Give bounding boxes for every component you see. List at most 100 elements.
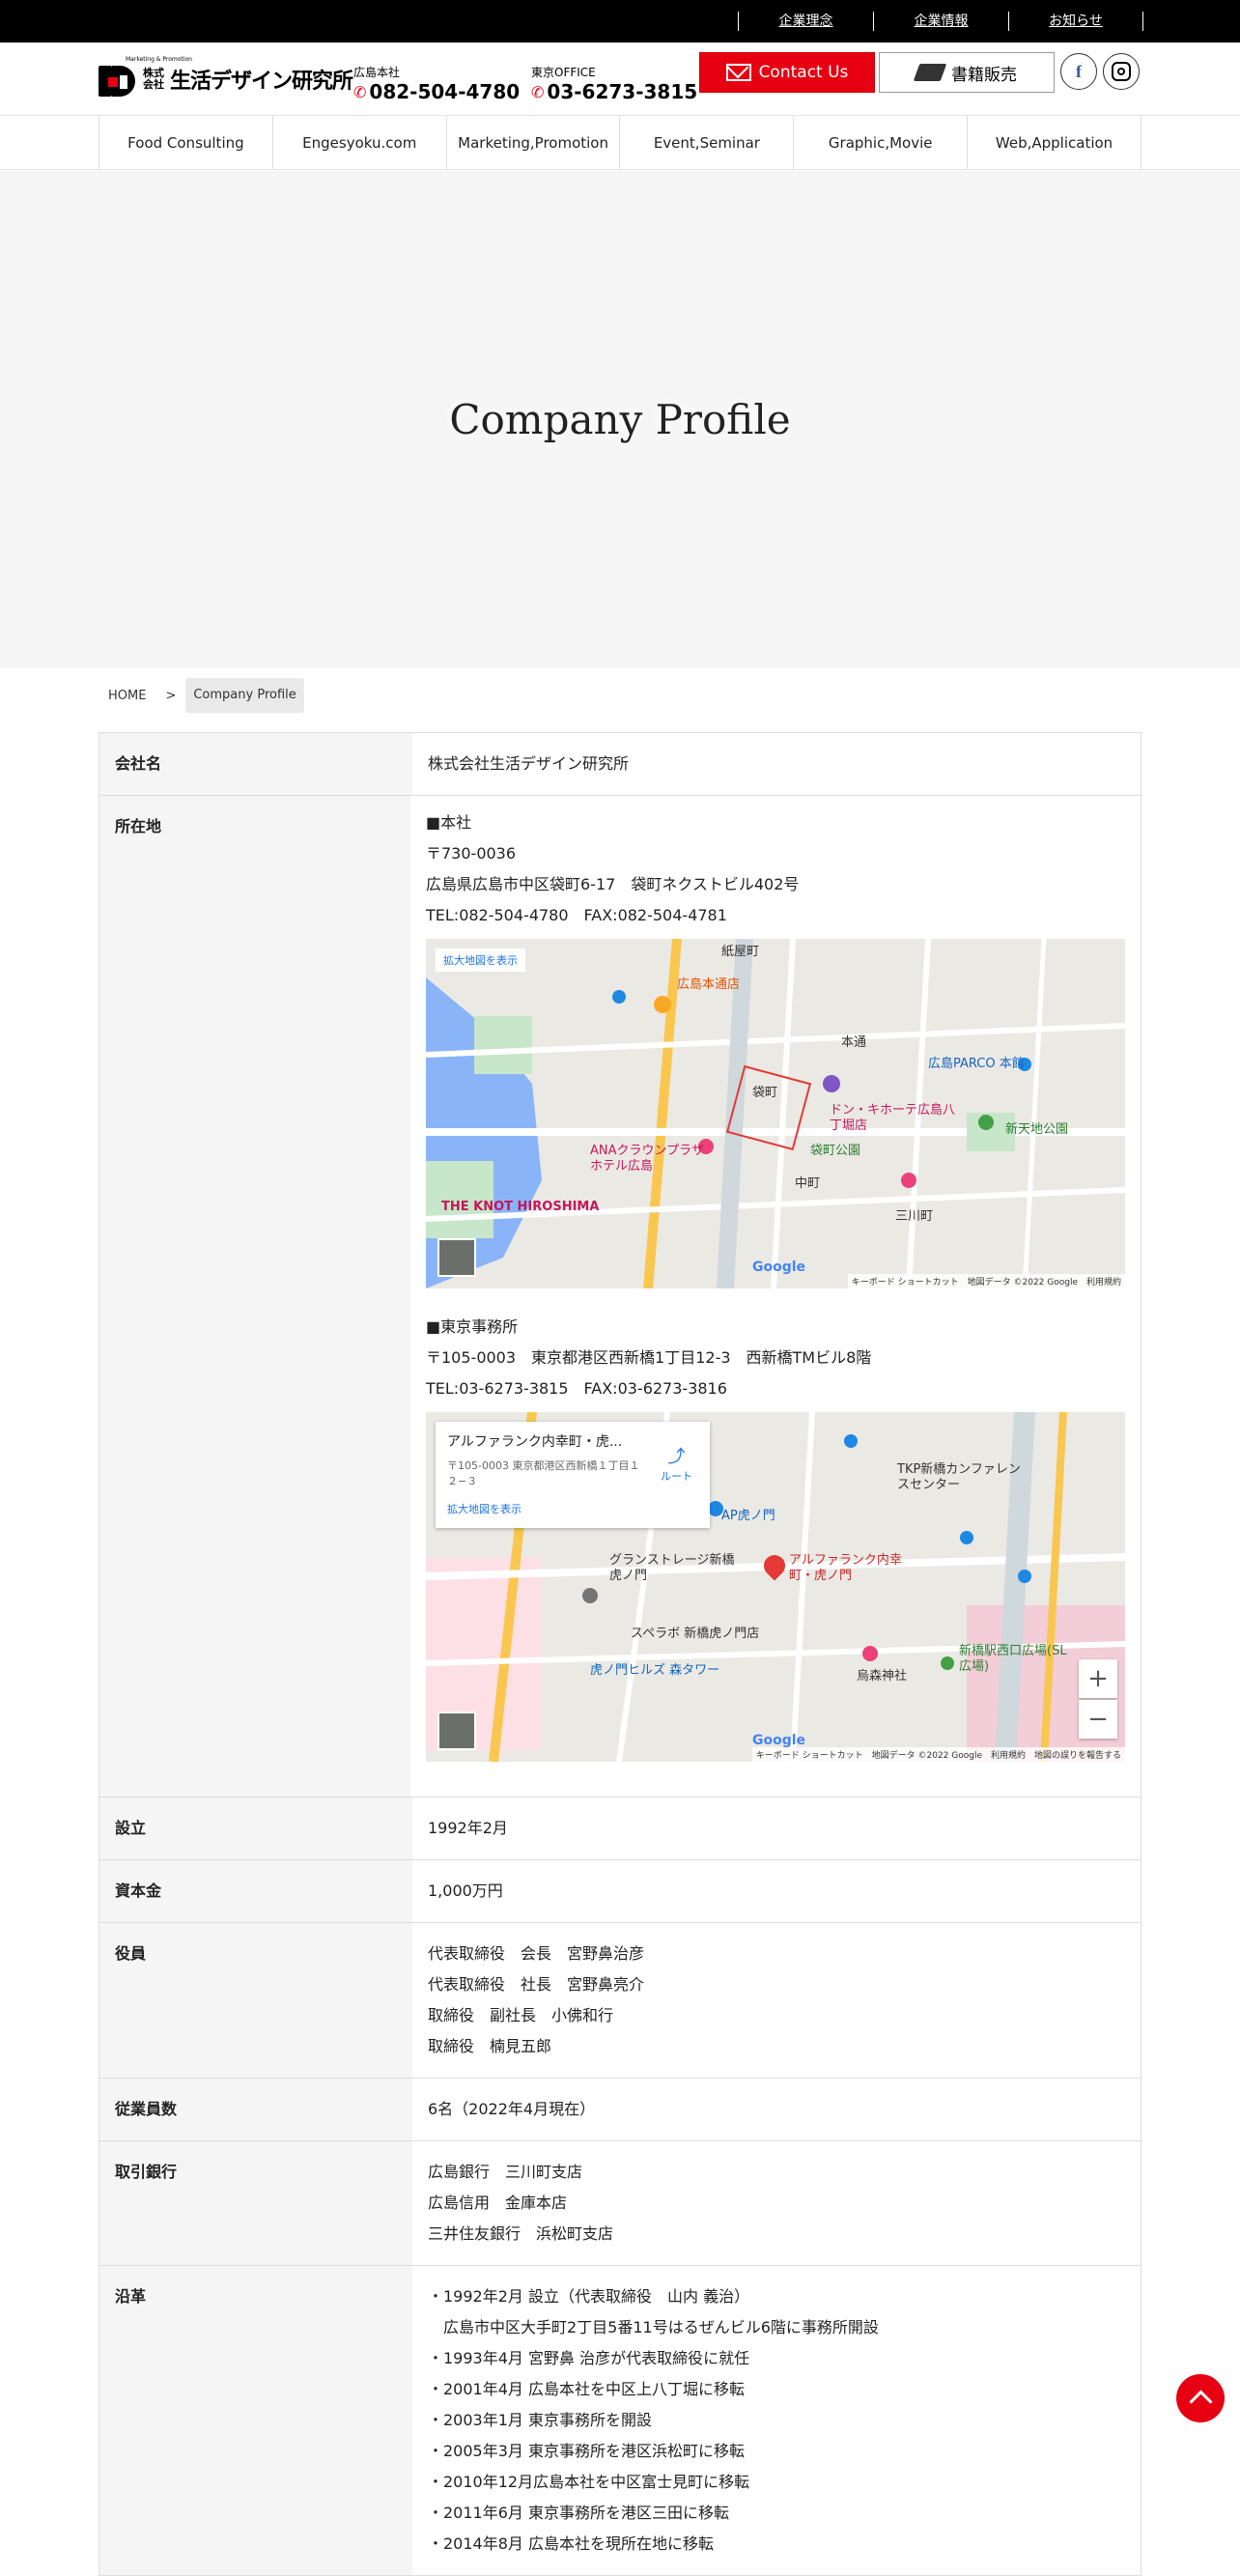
tel-hiroshima[interactable]: 広島本社 ✆ 082-504-4780: [353, 64, 520, 103]
officer: 取締役 楠見五郎: [428, 2037, 552, 2055]
row-label: 役員: [99, 1923, 412, 2078]
facebook-icon[interactable]: f: [1060, 53, 1097, 90]
route-button[interactable]: ⤴ ルート: [661, 1443, 692, 1484]
hero-banner: Company Profile: [0, 171, 1240, 667]
books-button[interactable]: 書籍販売: [879, 52, 1055, 93]
books-button-label: 書籍販売: [951, 65, 1017, 85]
map-label: 烏森神社: [857, 1669, 908, 1684]
phone-icon: ✆: [531, 82, 545, 101]
logo-mark-icon: Marketing & Promotion: [99, 56, 192, 102]
zoom-out-button[interactable]: −: [1079, 1700, 1117, 1739]
nav-web-application[interactable]: Web,Application: [968, 116, 1141, 170]
nav-marketing-promotion[interactable]: Marketing,Promotion: [447, 116, 621, 170]
hq-map-expand-link[interactable]: 拡大地図を表示: [436, 948, 525, 972]
breadcrumb: HOME > Company Profile: [99, 678, 304, 713]
tokyo-map-expand-link[interactable]: 拡大地図を表示: [447, 1501, 698, 1516]
back-to-top-button[interactable]: [1176, 2374, 1225, 2422]
page-title: Company Profile: [449, 395, 791, 443]
bank: 広島銀行 三川町支店: [428, 2163, 583, 2181]
officer: 代表取締役 会長 宮野鼻治彦: [428, 1944, 645, 1963]
tokyo-map-footer: キーボード ショートカット 地図データ ©2022 Google 利用規約 地図…: [751, 1747, 1125, 1762]
book-icon: [913, 64, 947, 81]
map-label: TKP新橋カンファレンスセンター: [897, 1462, 1021, 1492]
envelope-icon: [725, 64, 751, 81]
bank: 広島信用 金庫本店: [428, 2194, 568, 2212]
top-link-philosophy[interactable]: 企業理念: [738, 12, 873, 31]
officer: 取締役 副社長 小佛和行: [428, 2006, 614, 2024]
table-row: 所在地 ■本社 〒730-0036 広島県広島市中区袋町6-17 袋町ネクストビ…: [99, 796, 1141, 1798]
route-label: ルート: [661, 1470, 692, 1483]
logo-name: 生活デザイン研究所: [170, 70, 353, 94]
nav-event-seminar[interactable]: Event,Seminar: [620, 116, 795, 170]
global-nav: Food Consulting Engesyoku.com Marketing,…: [0, 116, 1240, 170]
map-satellite-toggle[interactable]: [437, 1712, 476, 1750]
map-label: 虎ノ門ヒルズ 森タワー: [590, 1663, 720, 1678]
instagram-icon[interactable]: [1103, 53, 1140, 90]
bank: 三井住友銀行 浜松町支店: [428, 2224, 614, 2243]
tokyo-map[interactable]: アルファランク内幸町・虎... 〒105-0003 東京都港区西新橋１丁目１２−…: [426, 1412, 1125, 1762]
tel-tokyo-label: 東京OFFICE: [531, 66, 596, 79]
map-label: AP虎ノ門: [721, 1509, 775, 1523]
map-label: 広島PARCO 本館: [928, 1057, 1025, 1071]
breadcrumb-home[interactable]: HOME: [99, 689, 155, 703]
top-bar: 企業理念 企業情報 お知らせ: [0, 0, 1240, 42]
zoom-in-button[interactable]: +: [1079, 1659, 1117, 1698]
table-row: 従業員数 6名（2022年4月現在）: [99, 2079, 1141, 2141]
map-satellite-toggle[interactable]: [437, 1238, 476, 1277]
map-label: 紙屋町: [721, 945, 760, 959]
table-row: 沿革 ・1992年2月 設立（代表取締役 山内 義治） 広島市中区大手町2丁目5…: [99, 2266, 1141, 2576]
table-row: 資本金 1,000万円: [99, 1860, 1141, 1923]
hq-tel: TEL:082-504-4780 FAX:082-504-4781: [426, 906, 727, 924]
hq-heading: ■本社: [426, 813, 472, 832]
hq-map[interactable]: 拡大地図を表示 紙屋町 広島本通店 本通 袋町 ドン・キホーテ広島八丁堀店 広島…: [426, 939, 1125, 1288]
table-row: 会社名 株式会社生活デザイン研究所: [99, 733, 1141, 796]
top-links: 企業理念 企業情報 お知らせ: [738, 0, 1143, 42]
history-item: ・2003年1月 東京事務所を開設: [428, 2411, 652, 2429]
top-link-company-info[interactable]: 企業情報: [873, 12, 1008, 31]
table-row: 役員 代表取締役 会長 宮野鼻治彦 代表取締役 社長 宮野鼻亮介 取締役 副社長…: [99, 1923, 1141, 2079]
history-item: ・2011年6月 東京事務所を港区三田に移転: [428, 2504, 729, 2522]
infobox-address: 〒105-0003 東京都港区西新橋１丁目１２−３: [447, 1459, 640, 1487]
tel-hiroshima-label: 広島本社: [353, 66, 401, 79]
table-row: 設立 1992年2月: [99, 1798, 1141, 1860]
site-logo[interactable]: Marketing & Promotion 株式会社 生活デザイン研究所: [99, 56, 353, 102]
history-item: ・2014年8月 広島本社を現所在地に移転: [428, 2534, 714, 2553]
map-label: スペラボ 新橋虎ノ門店: [631, 1627, 760, 1641]
row-label: 所在地: [99, 796, 410, 1797]
row-label: 会社名: [99, 733, 412, 795]
top-link-news[interactable]: お知らせ: [1008, 12, 1143, 31]
map-label: 広島本通店: [677, 977, 741, 992]
tel-tokyo-number: 03-6273-3815: [547, 80, 698, 103]
phone-icon: ✆: [353, 82, 367, 101]
company-profile-table: 会社名 株式会社生活デザイン研究所 所在地 ■本社 〒730-0036 広島県広…: [99, 732, 1141, 2576]
hq-postal: 〒730-0036: [426, 844, 517, 863]
logo-tagline: Marketing & Promotion: [126, 56, 192, 63]
history-item: 広島市中区大手町2丁目5番11号はるぜんビル6階に事務所開設: [428, 2318, 879, 2336]
breadcrumb-current: Company Profile: [185, 678, 304, 713]
founded-value: 1992年2月: [428, 1819, 508, 1837]
contact-button-label: Contact Us: [758, 63, 849, 82]
tokyo-map-infobox: アルファランク内幸町・虎... 〒105-0003 東京都港区西新橋１丁目１２−…: [436, 1422, 710, 1528]
breadcrumb-separator: >: [165, 688, 177, 703]
directions-icon: ⤴: [667, 1447, 686, 1467]
officer: 代表取締役 社長 宮野鼻亮介: [428, 1975, 645, 1994]
google-logo: Google: [752, 1260, 806, 1275]
history-item: ・2010年12月広島本社を中区富士見町に移転: [428, 2473, 750, 2491]
map-label: グランストレージ新橋虎ノ門: [609, 1553, 735, 1583]
history-item: ・1993年4月 宮野鼻 治彦が代表取締役に就任: [428, 2349, 750, 2367]
nav-food-consulting[interactable]: Food Consulting: [99, 116, 273, 170]
map-label: ANAクラウンプラザホテル広島: [590, 1144, 705, 1174]
row-label: 従業員数: [99, 2079, 412, 2140]
tel-hiroshima-number: 082-504-4780: [369, 80, 521, 103]
tokyo-heading: ■東京事務所: [426, 1317, 519, 1336]
map-label: 袋町: [752, 1086, 778, 1100]
capital-value: 1,000万円: [428, 1882, 503, 1900]
map-label: 新天地公園: [1005, 1122, 1069, 1137]
tel-tokyo[interactable]: 東京OFFICE ✆ 03-6273-3815: [531, 64, 697, 103]
map-label: 三川町: [895, 1209, 934, 1224]
row-label: 沿革: [99, 2266, 412, 2575]
nav-graphic-movie[interactable]: Graphic,Movie: [794, 116, 969, 170]
history-item: ・1992年2月 設立（代表取締役 山内 義治）: [428, 2287, 750, 2306]
nav-engesyoku[interactable]: Engesyoku.com: [273, 116, 447, 170]
contact-button[interactable]: Contact Us: [699, 52, 875, 93]
